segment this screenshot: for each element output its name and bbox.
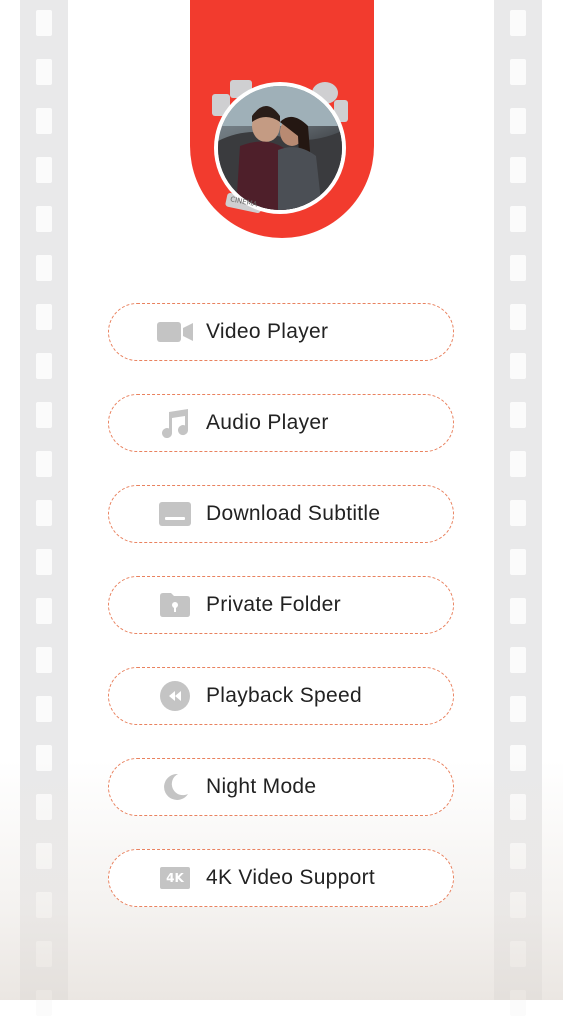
film-perforation — [36, 10, 52, 36]
film-perforation — [510, 353, 526, 379]
music-note-icon — [157, 407, 193, 439]
feature-night-mode[interactable]: Night Mode — [108, 758, 454, 816]
film-perforation — [510, 696, 526, 722]
feature-label: Playback Speed — [206, 684, 362, 707]
film-perforation — [36, 500, 52, 526]
film-perforation — [36, 402, 52, 428]
feature-label: Audio Player — [206, 411, 329, 434]
feature-private-folder[interactable]: Private Folder — [108, 576, 454, 634]
film-perforation — [510, 598, 526, 624]
film-perforation — [36, 647, 52, 673]
film-perforation — [510, 255, 526, 281]
4k-icon: 4K — [157, 862, 193, 894]
film-perforation — [36, 304, 52, 330]
film-perforation — [510, 59, 526, 85]
film-perforation — [510, 451, 526, 477]
feature-video-player[interactable]: Video Player — [108, 303, 454, 361]
moon-icon — [157, 771, 193, 803]
film-perforation — [510, 500, 526, 526]
video-camera-icon — [157, 316, 193, 348]
film-perforation — [36, 598, 52, 624]
film-perforation — [36, 206, 52, 232]
film-perforation — [510, 647, 526, 673]
feature-label: 4K Video Support — [206, 866, 376, 889]
subtitle-icon — [157, 498, 193, 530]
couple-photo — [218, 86, 342, 210]
film-perforation — [36, 353, 52, 379]
feature-download-subtitle[interactable]: Download Subtitle — [108, 485, 454, 543]
feature-playback-speed[interactable]: Playback Speed — [108, 667, 454, 725]
film-perforation — [510, 108, 526, 134]
4k-badge: 4K — [160, 867, 190, 889]
film-perforation — [36, 696, 52, 722]
feature-label: Video Player — [206, 320, 329, 343]
film-perforation — [510, 10, 526, 36]
film-perforation — [510, 206, 526, 232]
film-perforation — [36, 59, 52, 85]
feature-4k-video-support[interactable]: 4K 4K Video Support — [108, 849, 454, 907]
feature-audio-player[interactable]: Audio Player — [108, 394, 454, 452]
rewind-icon — [157, 680, 193, 712]
film-perforation — [510, 157, 526, 183]
feature-label: Night Mode — [206, 775, 317, 798]
film-perforation — [510, 549, 526, 575]
lock-folder-icon — [157, 589, 193, 621]
feature-label: Private Folder — [206, 593, 341, 616]
feature-label: Download Subtitle — [206, 502, 381, 525]
film-perforation — [36, 255, 52, 281]
film-perforation — [36, 108, 52, 134]
film-perforation — [510, 402, 526, 428]
film-perforation — [36, 451, 52, 477]
film-perforation — [36, 157, 52, 183]
film-perforation — [36, 549, 52, 575]
film-perforation — [510, 304, 526, 330]
